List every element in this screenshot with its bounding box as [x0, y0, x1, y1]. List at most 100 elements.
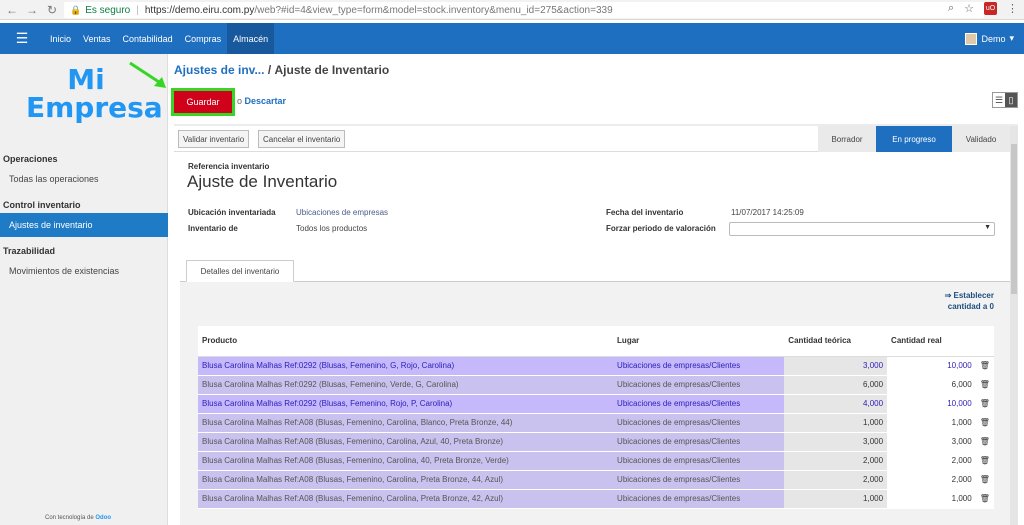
real-qty-cell[interactable]: 3,000	[887, 432, 976, 452]
theoretical-qty-cell[interactable]: 3,000	[784, 432, 888, 452]
list-view-icon[interactable]: ☰	[993, 93, 1005, 107]
product-cell[interactable]: Blusa Carolina Malhas Ref:A08 (Blusas, F…	[198, 470, 614, 490]
nav-inicio[interactable]: Inicio	[44, 23, 77, 54]
location-cell[interactable]: Ubicaciones de empresas/Clientes	[613, 375, 785, 395]
stage-borrador[interactable]: Borrador	[818, 126, 876, 152]
stage-validado[interactable]: Validado	[952, 126, 1010, 152]
extension-icon[interactable]: uO	[984, 2, 997, 15]
date-field[interactable]: 11/07/2017 14:25:09	[731, 208, 804, 217]
product-cell[interactable]: Blusa Carolina Malhas Ref:A08 (Blusas, F…	[198, 413, 614, 433]
location-cell[interactable]: Ubicaciones de empresas/Clientes	[613, 394, 785, 414]
nav-compras[interactable]: Compras	[179, 23, 228, 54]
period-label: Forzar periodo de valoración	[606, 224, 716, 233]
location-cell[interactable]: Ubicaciones de empresas/Clientes	[613, 413, 785, 433]
sidebar-section-operaciones: Operaciones	[3, 154, 58, 164]
lock-icon: 🔒	[70, 4, 82, 15]
odoo-link[interactable]: Odoo	[95, 515, 111, 521]
product-cell[interactable]: Blusa Carolina Malhas Ref:0292 (Blusas, …	[198, 356, 614, 376]
reference-value[interactable]: Ajuste de Inventario	[187, 172, 337, 192]
forward-icon[interactable]: →	[24, 2, 40, 18]
location-cell[interactable]: Ubicaciones de empresas/Clientes	[613, 356, 785, 376]
theoretical-qty-cell[interactable]: 1,000	[784, 489, 888, 509]
trash-icon[interactable]: 🗑	[975, 394, 994, 414]
trash-icon[interactable]: 🗑	[975, 451, 994, 471]
nav-almacen[interactable]: Almacén	[227, 23, 275, 54]
product-cell[interactable]: Blusa Carolina Malhas Ref:A08 (Blusas, F…	[198, 489, 614, 509]
address-bar[interactable]: 🔒 Es seguro | https://demo.eiru.com.py /…	[64, 2, 984, 18]
user-menu[interactable]: Demo ▾	[965, 23, 1014, 54]
product-cell[interactable]: Blusa Carolina Malhas Ref:A08 (Blusas, F…	[198, 432, 614, 452]
product-cell[interactable]: Blusa Carolina Malhas Ref:0292 (Blusas, …	[198, 375, 614, 395]
browser-menu-icon[interactable]: ⋮	[1007, 2, 1018, 15]
location-cell[interactable]: Ubicaciones de empresas/Clientes	[613, 489, 785, 509]
form-view-icon[interactable]: ▯	[1005, 93, 1017, 107]
tab-inventory-details[interactable]: Detalles del inventario	[186, 260, 294, 282]
main-content: Ajustes de inv... / Ajuste de Inventario…	[129, 54, 1024, 525]
table-row[interactable]: Blusa Carolina Malhas Ref:A08 (Blusas, F…	[198, 432, 994, 452]
theoretical-qty-cell[interactable]: 1,000	[784, 413, 888, 433]
sidebar-item-ajustes-inventario[interactable]: Ajustes de inventario	[0, 213, 168, 237]
back-icon[interactable]: ←	[4, 2, 20, 18]
inventory-of-field[interactable]: Todos los productos	[296, 224, 367, 233]
save-button[interactable]: Guardar	[171, 88, 235, 116]
scrollbar-thumb[interactable]	[1011, 144, 1017, 294]
stage-en-progreso[interactable]: En progreso	[876, 126, 952, 152]
real-qty-cell[interactable]: 1,000	[887, 413, 976, 433]
theoretical-qty-cell[interactable]: 2,000	[784, 451, 888, 471]
validate-inventory-button[interactable]: Validar inventario	[178, 130, 250, 148]
table-row[interactable]: Blusa Carolina Malhas Ref:A08 (Blusas, F…	[198, 451, 994, 471]
trash-icon[interactable]: 🗑	[975, 489, 994, 509]
zoom-icon[interactable]: ⌕	[948, 2, 954, 15]
real-qty-cell[interactable]: 6,000	[887, 375, 976, 395]
table-row[interactable]: Blusa Carolina Malhas Ref:A08 (Blusas, F…	[198, 413, 994, 433]
inventory-of-label: Inventario de	[188, 224, 238, 233]
trash-icon[interactable]: 🗑	[975, 413, 994, 433]
cancel-inventory-button[interactable]: Cancelar el inventario	[258, 130, 346, 148]
table-row[interactable]: Blusa Carolina Malhas Ref:0292 (Blusas, …	[198, 356, 994, 376]
location-cell[interactable]: Ubicaciones de empresas/Clientes	[613, 470, 785, 490]
breadcrumb-parent[interactable]: Ajustes de inv...	[174, 63, 264, 77]
table-row[interactable]: Blusa Carolina Malhas Ref:A08 (Blusas, F…	[198, 489, 994, 509]
real-qty-cell[interactable]: 2,000	[887, 451, 976, 471]
reload-icon[interactable]: ↻	[44, 2, 60, 18]
real-qty-cell[interactable]: 10,000	[887, 394, 976, 414]
location-cell[interactable]: Ubicaciones de empresas/Clientes	[613, 451, 785, 471]
product-cell[interactable]: Blusa Carolina Malhas Ref:0292 (Blusas, …	[198, 394, 614, 414]
sidebar-item-todas-operaciones[interactable]: Todas las operaciones	[0, 167, 168, 191]
header-location[interactable]: Lugar	[613, 326, 785, 357]
real-qty-cell[interactable]: 10,000	[887, 356, 976, 376]
bookmark-star-icon[interactable]: ☆	[964, 2, 974, 15]
nav-ventas[interactable]: Ventas	[77, 23, 117, 54]
product-cell[interactable]: Blusa Carolina Malhas Ref:A08 (Blusas, F…	[198, 451, 614, 471]
location-label: Ubicación inventariada	[188, 208, 276, 217]
breadcrumb: Ajustes de inv... / Ajuste de Inventario	[174, 63, 390, 77]
location-field[interactable]: Ubicaciones de empresas	[296, 208, 388, 217]
trash-icon[interactable]: 🗑	[975, 470, 994, 490]
table-row[interactable]: Blusa Carolina Malhas Ref:0292 (Blusas, …	[198, 375, 994, 395]
sidebar-item-movimientos[interactable]: Movimientos de existencias	[0, 259, 168, 283]
table-row[interactable]: Blusa Carolina Malhas Ref:0292 (Blusas, …	[198, 394, 994, 414]
period-select[interactable]: ▼	[729, 222, 995, 236]
trash-icon[interactable]: 🗑	[975, 375, 994, 395]
real-qty-cell[interactable]: 1,000	[887, 489, 976, 509]
nav-contabilidad[interactable]: Contabilidad	[117, 23, 179, 54]
theoretical-qty-cell[interactable]: 2,000	[784, 470, 888, 490]
header-theoretical[interactable]: Cantidad teórica	[784, 326, 888, 357]
apps-menu-icon[interactable]: ☰	[0, 23, 44, 54]
header-product[interactable]: Producto	[198, 326, 614, 357]
location-cell[interactable]: Ubicaciones de empresas/Clientes	[613, 432, 785, 452]
trash-icon[interactable]: 🗑	[975, 356, 994, 376]
theoretical-qty-cell[interactable]: 3,000	[784, 356, 888, 376]
trash-icon[interactable]: 🗑	[975, 432, 994, 452]
table-row[interactable]: Blusa Carolina Malhas Ref:A08 (Blusas, F…	[198, 470, 994, 490]
reference-label: Referencia inventario	[188, 162, 270, 171]
discard-button[interactable]: Descartar	[245, 96, 287, 106]
real-qty-cell[interactable]: 2,000	[887, 470, 976, 490]
theoretical-qty-cell[interactable]: 6,000	[784, 375, 888, 395]
header-real[interactable]: Cantidad real	[887, 326, 976, 357]
tab-panel: ⇒ Establecer cantidad a 0 Producto Lugar…	[180, 282, 1010, 525]
set-quantity-zero-link[interactable]: ⇒ Establecer cantidad a 0	[945, 290, 994, 312]
scrollbar[interactable]	[1010, 126, 1018, 525]
theoretical-qty-cell[interactable]: 4,000	[784, 394, 888, 414]
sidebar-section-trazabilidad: Trazabilidad	[3, 246, 56, 256]
